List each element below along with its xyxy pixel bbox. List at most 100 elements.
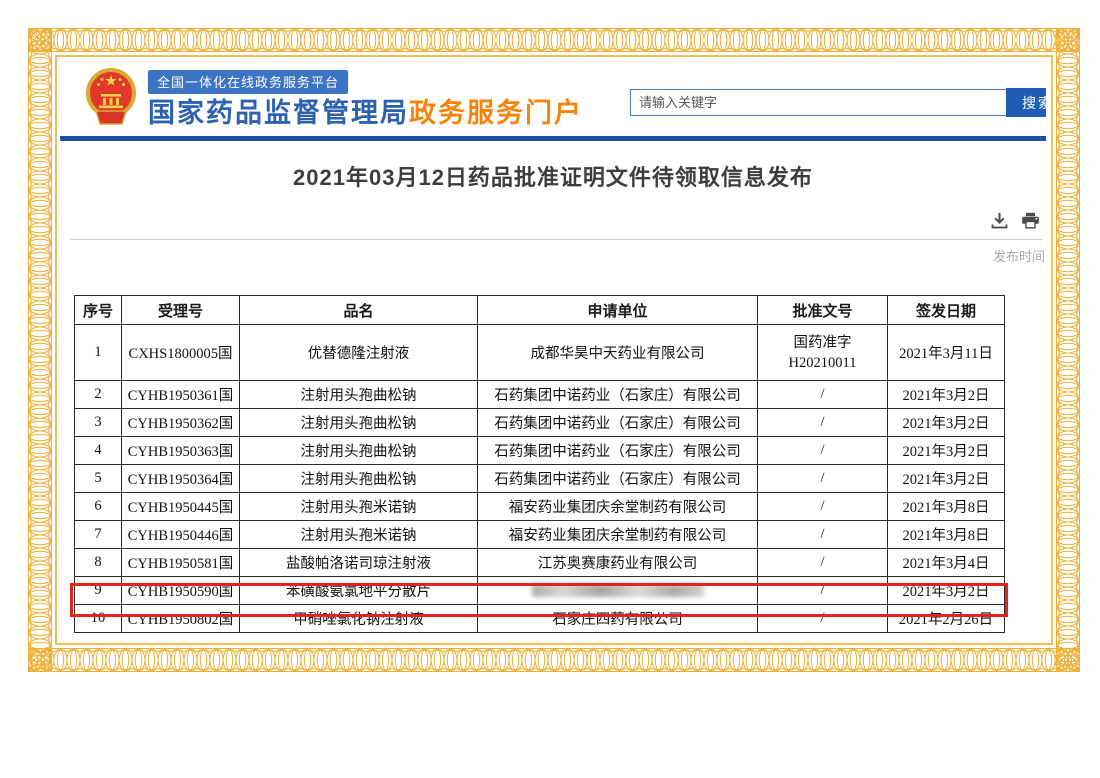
col-header: 品名 [240,296,478,325]
cell-approval: / [758,605,888,633]
cell-date: 2021年3月2日 [888,577,1005,605]
col-header: 签发日期 [888,296,1005,325]
col-header: 申请单位 [478,296,758,325]
portal-name: 政务服务门户 [409,98,583,128]
header-divider [60,136,1046,141]
col-header: 受理号 [122,296,240,325]
cell-product: 注射用头孢米诺钠 [240,521,478,549]
cell-date: 2021年3月4日 [888,549,1005,577]
org-name: 国家药品监督管理局 [148,98,409,128]
cell-no: 2 [75,381,122,409]
search-input[interactable] [630,89,1016,116]
cell-date: 2021年3月11日 [888,325,1005,381]
table-row: 5 CYHB1950364国 注射用头孢曲松钠 石药集团中诺药业（石家庄）有限公… [75,465,1005,493]
cell-acceptance: CYHB1950581国 [122,549,240,577]
cell-no: 8 [75,549,122,577]
cell-applicant: 石家庄四药有限公司 [478,605,758,633]
cell-product: 注射用头孢曲松钠 [240,409,478,437]
cell-date: 2021年3月2日 [888,409,1005,437]
cell-date: 2021年3月2日 [888,437,1005,465]
border-left [28,28,52,672]
screenshot-canvas: 全国一体化在线政务服务平台 国家药品监督管理局政务服务门户 搜索 2021年03… [0,0,1100,778]
cell-acceptance: CYHB1950590国 [122,577,240,605]
approval-table-wrap: 序号 受理号 品名 申请单位 批准文号 签发日期 1 CXHS1800005国 … [74,295,1004,633]
cell-acceptance: CYHB1950362国 [122,409,240,437]
cell-no: 9 [75,577,122,605]
cell-applicant: 成都华昊中天药业有限公司 [478,325,758,381]
search-button[interactable]: 搜索 [1006,88,1046,117]
cell-product: 注射用头孢曲松钠 [240,381,478,409]
cell-approval: / [758,549,888,577]
table-row: 1 CXHS1800005国 优替德隆注射液 成都华昊中天药业有限公司 国药准字… [75,325,1005,381]
approval-line2: H20210011 [760,353,885,373]
cell-product: 苯磺酸氨氯地平分散片 [240,577,478,605]
cell-applicant-redacted [478,577,758,605]
col-header: 序号 [75,296,122,325]
table-row: 7 CYHB1950446国 注射用头孢米诺钠 福安药业集团庆余堂制药有限公司 … [75,521,1005,549]
cell-applicant: 石药集团中诺药业（石家庄）有限公司 [478,437,758,465]
cell-applicant: 福安药业集团庆余堂制药有限公司 [478,521,758,549]
cell-acceptance: CYHB1950363国 [122,437,240,465]
border-corner [1056,28,1080,52]
cell-date: 2021年2月26日 [888,605,1005,633]
article-toolbar [991,212,1040,234]
cell-date: 2021年3月2日 [888,465,1005,493]
approval-table: 序号 受理号 品名 申请单位 批准文号 签发日期 1 CXHS1800005国 … [74,295,1005,633]
border-corner [1056,648,1080,672]
horizontal-rule [70,239,1042,240]
cell-approval: / [758,521,888,549]
cell-product: 注射用头孢曲松钠 [240,437,478,465]
border-corner [28,648,52,672]
cell-product: 注射用头孢米诺钠 [240,493,478,521]
cell-date: 2021年3月2日 [888,381,1005,409]
site-title: 国家药品监督管理局政务服务门户 [148,91,583,130]
cell-no: 7 [75,521,122,549]
cell-approval: / [758,577,888,605]
cell-no: 4 [75,437,122,465]
table-header-row: 序号 受理号 品名 申请单位 批准文号 签发日期 [75,296,1005,325]
col-header: 批准文号 [758,296,888,325]
download-icon[interactable] [991,212,1008,234]
cell-approval: 国药准字 H20210011 [758,325,888,381]
table-row: 8 CYHB1950581国 盐酸帕洛诺司琼注射液 江苏奥赛康药业有限公司 / … [75,549,1005,577]
publish-time-label: 发布时间 [993,246,1045,265]
cell-no: 6 [75,493,122,521]
national-emblem-logo [82,66,140,133]
approval-line1: 国药准字 [760,333,885,353]
cell-applicant: 江苏奥赛康药业有限公司 [478,549,758,577]
border-top [28,28,1080,52]
cell-applicant: 石药集团中诺药业（石家庄）有限公司 [478,465,758,493]
print-icon[interactable] [1021,212,1040,234]
border-right [1056,28,1080,672]
cell-product: 注射用头孢曲松钠 [240,465,478,493]
cell-no: 5 [75,465,122,493]
cell-acceptance: CYHB1950802国 [122,605,240,633]
cell-acceptance: CYHB1950364国 [122,465,240,493]
cell-product: 甲硝唑氯化钠注射液 [240,605,478,633]
cell-approval: / [758,381,888,409]
border-corner [28,28,52,52]
page-title: 2021年03月12日药品批准证明文件待领取信息发布 [60,160,1046,192]
table-row-highlighted: 9 CYHB1950590国 苯磺酸氨氯地平分散片 / 2021年3月2日 [75,577,1005,605]
cell-approval: / [758,493,888,521]
cell-approval: / [758,409,888,437]
cell-product: 盐酸帕洛诺司琼注射液 [240,549,478,577]
page-content: 全国一体化在线政务服务平台 国家药品监督管理局政务服务门户 搜索 2021年03… [60,60,1046,645]
cell-no: 1 [75,325,122,381]
table-row: 4 CYHB1950363国 注射用头孢曲松钠 石药集团中诺药业（石家庄）有限公… [75,437,1005,465]
border-bottom [28,648,1080,672]
table-row: 10 CYHB1950802国 甲硝唑氯化钠注射液 石家庄四药有限公司 / 20… [75,605,1005,633]
table-row: 3 CYHB1950362国 注射用头孢曲松钠 石药集团中诺药业（石家庄）有限公… [75,409,1005,437]
redacted-applicant-blur [532,584,704,597]
cell-acceptance: CYHB1950445国 [122,493,240,521]
table-row: 6 CYHB1950445国 注射用头孢米诺钠 福安药业集团庆余堂制药有限公司 … [75,493,1005,521]
cell-no: 3 [75,409,122,437]
cell-applicant: 福安药业集团庆余堂制药有限公司 [478,493,758,521]
cell-date: 2021年3月8日 [888,521,1005,549]
cell-approval: / [758,465,888,493]
cell-no: 10 [75,605,122,633]
cell-approval: / [758,437,888,465]
table-row: 2 CYHB1950361国 注射用头孢曲松钠 石药集团中诺药业（石家庄）有限公… [75,381,1005,409]
cell-date: 2021年3月8日 [888,493,1005,521]
cell-applicant: 石药集团中诺药业（石家庄）有限公司 [478,381,758,409]
